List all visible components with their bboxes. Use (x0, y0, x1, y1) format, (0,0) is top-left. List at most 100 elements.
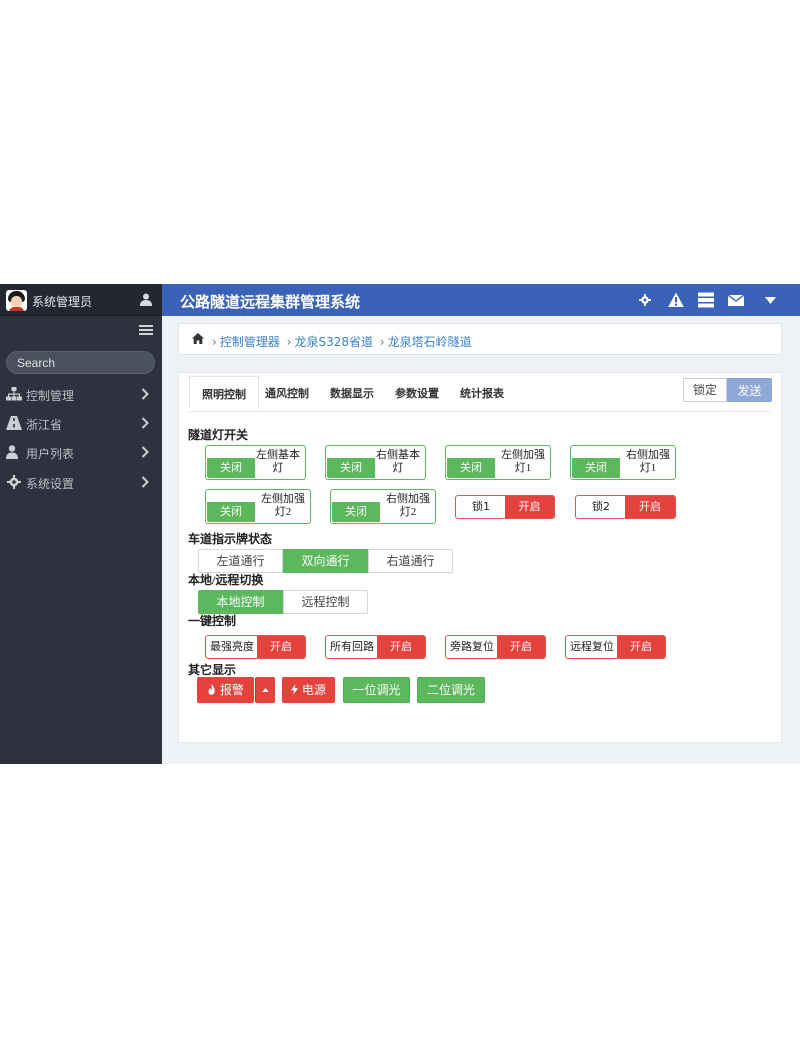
light-switch[interactable]: 关闭 左侧基本灯 (205, 445, 306, 480)
toggle-label: 锁2 (592, 500, 610, 513)
light-switch[interactable]: 关闭 右侧加强 灯2 (330, 489, 436, 524)
home-icon[interactable] (192, 333, 204, 344)
server-icon[interactable] (698, 292, 714, 308)
light-name: 左侧加强 灯2 (261, 493, 305, 518)
off-state: 关闭 (572, 458, 620, 478)
breadcrumb-links: › 控制管理器 › 龙泉S328省道 › 龙泉塔石岭隧道 (212, 335, 472, 349)
user-bar: 系统管理员 (0, 284, 162, 316)
alarm-button[interactable]: 报警 (197, 677, 254, 703)
top-bar: 公路隧道远程集群管理系统 (162, 284, 800, 316)
breadcrumb-item[interactable]: 龙泉塔石岭隧道 (388, 335, 472, 349)
light-switch[interactable]: 关闭 右侧基本灯 (325, 445, 426, 480)
toggle-label: 锁1 (472, 500, 490, 513)
onekey-toggle[interactable]: 远程复位 开启 (565, 635, 666, 659)
caret-up-icon (262, 688, 269, 692)
section-title-onekey: 一键控制 (188, 614, 237, 628)
off-state: 关闭 (447, 458, 495, 478)
off-state: 关闭 (327, 458, 375, 478)
onekey-toggle[interactable]: 最强亮度 开启 (205, 635, 306, 659)
lane-both-option[interactable]: 双向通行 (283, 549, 368, 573)
light-name: 左侧加强 灯1 (501, 449, 545, 474)
dim-level1-button[interactable]: 一位调光 (343, 677, 410, 703)
search-input[interactable] (6, 351, 155, 374)
light-switch[interactable]: 关闭 左侧加强 灯1 (445, 445, 551, 480)
sidebar-item-label: 用户列表 (26, 447, 75, 461)
on-state: 开启 (377, 636, 425, 658)
section-title-lights: 隧道灯开关 (188, 428, 249, 442)
tab-data-display[interactable]: 数据显示 (318, 376, 386, 409)
gear-icon[interactable] (639, 294, 651, 306)
chevron-right-icon (141, 417, 149, 429)
dim-level2-button[interactable]: 二位调光 (417, 677, 485, 703)
lane-right-option[interactable]: 右道通行 (368, 549, 453, 573)
tab-statistics[interactable]: 统计报表 (448, 376, 516, 409)
lock-toggle[interactable]: 锁2 开启 (575, 495, 676, 519)
on-state: 开启 (625, 496, 675, 518)
alarm-label: 报警 (219, 683, 244, 697)
sidebar-item-label: 系统设置 (26, 477, 75, 491)
caret-down-icon[interactable] (765, 297, 776, 304)
fire-icon (208, 684, 215, 695)
alarm-dropdown-button[interactable] (255, 677, 275, 703)
toggle-label: 远程复位 (570, 640, 614, 653)
lock-button[interactable]: 锁定 (683, 378, 727, 402)
on-state: 开启 (497, 636, 545, 658)
light-name: 右侧加强 灯2 (386, 493, 430, 518)
toggle-label: 旁路复位 (450, 640, 494, 653)
breadcrumb: › 控制管理器 › 龙泉S328省道 › 龙泉塔石岭隧道 (178, 323, 782, 355)
off-state: 关闭 (207, 458, 255, 478)
tab-parameters[interactable]: 参数设置 (383, 376, 451, 409)
chevron-right-icon (141, 388, 149, 400)
control-panel: 照明控制 通风控制 数据显示 参数设置 统计报表 锁定 发送 隧道灯开关 关闭 … (178, 372, 782, 743)
gear-icon (7, 475, 21, 489)
road-icon (6, 416, 22, 430)
local-control-option[interactable]: 本地控制 (198, 590, 283, 614)
avatar[interactable] (6, 290, 27, 311)
light-switch[interactable]: 关闭 左侧加强 灯2 (205, 489, 311, 524)
on-state: 开启 (505, 496, 554, 518)
lane-left-option[interactable]: 左道通行 (198, 549, 283, 573)
sidebar-item-control[interactable]: 控制管理 (0, 380, 162, 408)
remote-control-option[interactable]: 远程控制 (283, 590, 368, 614)
chevron-right-icon (141, 476, 149, 488)
app-title: 公路隧道远程集群管理系统 (180, 293, 361, 311)
toggle-label: 所有回路 (330, 640, 374, 653)
bolt-icon (291, 684, 299, 695)
warning-icon[interactable] (668, 292, 684, 308)
chevron-right-icon (141, 446, 149, 458)
send-button[interactable]: 发送 (727, 378, 772, 402)
light-name: 右侧基本灯 (376, 449, 420, 474)
onekey-toggle[interactable]: 旁路复位 开启 (445, 635, 546, 659)
power-button[interactable]: 电源 (282, 677, 335, 703)
lock-toggle[interactable]: 锁1 开启 (455, 495, 555, 519)
menu-toggle-icon[interactable] (139, 325, 153, 337)
on-state: 开启 (617, 636, 665, 658)
section-title-other: 其它显示 (188, 663, 237, 677)
sidebar: 系统管理员 控制管理 浙江省 (0, 284, 162, 764)
light-switch[interactable]: 关闭 右侧加强 灯1 (570, 445, 676, 480)
mail-icon[interactable] (728, 292, 744, 308)
user-icon (6, 445, 18, 459)
tab-lighting[interactable]: 照明控制 (189, 376, 259, 409)
breadcrumb-item[interactable]: 控制管理器 (220, 335, 280, 349)
sidebar-item-label: 控制管理 (26, 389, 75, 403)
sidebar-item-zhejiang[interactable]: 浙江省 (0, 409, 162, 437)
app-window: 系统管理员 控制管理 浙江省 (0, 284, 800, 764)
user-icon[interactable] (140, 293, 152, 306)
section-title-mode: 本地/远程切换 (188, 573, 264, 587)
tab-divider (189, 411, 771, 412)
light-name: 左侧基本灯 (256, 449, 300, 474)
sidebar-item-settings[interactable]: 系统设置 (0, 468, 162, 496)
sitemap-icon (6, 387, 22, 401)
user-name: 系统管理员 (32, 295, 93, 309)
off-state: 关闭 (207, 502, 255, 522)
light-name: 右侧加强 灯1 (626, 449, 670, 474)
main-content: › 控制管理器 › 龙泉S328省道 › 龙泉塔石岭隧道 照明控制 通风控制 数据显示… (162, 316, 800, 764)
toggle-label: 最强亮度 (210, 640, 254, 653)
sidebar-item-users[interactable]: 用户列表 (0, 438, 162, 466)
section-title-lane: 车道指示牌状态 (188, 532, 273, 546)
tab-ventilation[interactable]: 通风控制 (253, 376, 321, 409)
breadcrumb-item[interactable]: 龙泉S328省道 (294, 335, 373, 349)
on-state: 开启 (257, 636, 305, 658)
onekey-toggle[interactable]: 所有回路 开启 (325, 635, 426, 659)
